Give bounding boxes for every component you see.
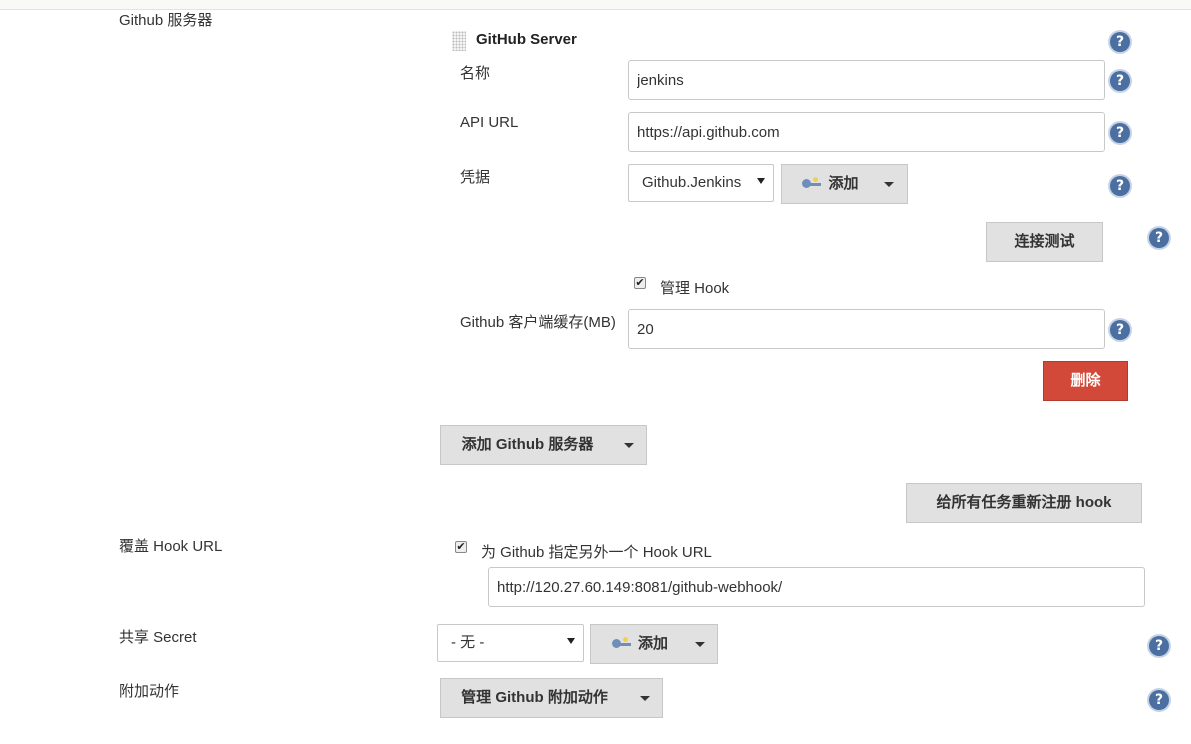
key-icon: [611, 637, 632, 650]
add-github-server-button[interactable]: 添加 Github 服务器: [440, 425, 647, 465]
name-input[interactable]: [628, 60, 1105, 100]
shared-secret-selected-value: - 无 -: [451, 634, 485, 651]
github-server-title: GitHub Server: [476, 31, 577, 48]
help-icon-api-url[interactable]: ?: [1110, 123, 1130, 143]
manage-additional-actions-button[interactable]: 管理 Github 附加动作: [440, 678, 663, 718]
help-icon-shared-secret[interactable]: ?: [1149, 636, 1169, 656]
override-hook-url-checkbox[interactable]: ✔: [455, 541, 467, 553]
add-credentials-label: 添加: [828, 175, 859, 192]
credentials-selected-value: Github.Jenkins: [642, 174, 742, 191]
reregister-hooks-button[interactable]: 给所有任务重新注册 hook: [906, 483, 1142, 523]
section-label-shared-secret: 共享 Secret: [119, 629, 197, 646]
hook-url-input[interactable]: [488, 567, 1145, 607]
credentials-select[interactable]: Github.Jenkins: [628, 164, 774, 202]
dropdown-arrow-icon: [624, 443, 634, 448]
manage-hook-checkbox[interactable]: ✔: [634, 277, 646, 289]
add-credentials-button[interactable]: 添加: [781, 164, 908, 204]
dropdown-arrow-icon: [640, 696, 650, 701]
manage-additional-actions-label: 管理 Github 附加动作: [461, 689, 608, 706]
client-cache-input[interactable]: [628, 309, 1105, 349]
add-secret-button[interactable]: 添加: [590, 624, 718, 664]
name-label: 名称: [460, 65, 491, 82]
help-icon-additional-actions[interactable]: ?: [1149, 690, 1169, 710]
help-icon-name[interactable]: ?: [1110, 71, 1130, 91]
dropdown-arrow-icon: [884, 182, 894, 187]
manage-hook-label: 管理 Hook: [660, 280, 730, 297]
dropdown-arrow-icon: [695, 642, 705, 647]
test-connection-button[interactable]: 连接测试: [986, 222, 1103, 262]
help-icon-credentials[interactable]: ?: [1110, 176, 1130, 196]
section-label-github-servers: Github 服务器: [119, 12, 213, 29]
section-label-additional-actions: 附加动作: [119, 683, 180, 700]
api-url-input[interactable]: [628, 112, 1105, 152]
drag-handle-icon[interactable]: [452, 31, 466, 51]
override-hook-url-label: 为 Github 指定另外一个 Hook URL: [481, 544, 712, 561]
section-label-override-hook-url: 覆盖 Hook URL: [119, 538, 223, 555]
add-secret-label: 添加: [637, 635, 668, 652]
add-github-server-label: 添加 Github 服务器: [461, 436, 594, 453]
delete-button[interactable]: 删除: [1043, 361, 1128, 401]
api-url-label: API URL: [460, 114, 519, 131]
select-caret-icon: [757, 178, 765, 184]
credentials-label: 凭据: [460, 169, 491, 186]
key-icon: [802, 177, 822, 190]
client-cache-label: Github 客户端缓存(MB): [460, 314, 616, 331]
help-icon-github-server[interactable]: ?: [1110, 32, 1130, 52]
help-icon-test-connection[interactable]: ?: [1149, 228, 1169, 248]
select-caret-icon: [567, 638, 575, 644]
shared-secret-select[interactable]: - 无 -: [437, 624, 584, 662]
help-icon-client-cache[interactable]: ?: [1110, 320, 1130, 340]
